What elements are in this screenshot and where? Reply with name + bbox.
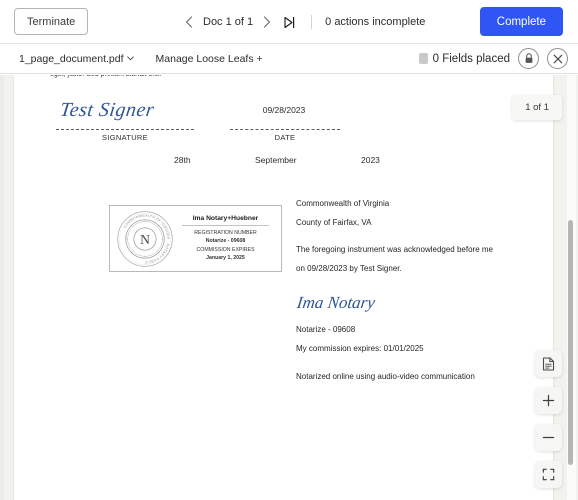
notary-id-label: Notarize - 09608	[296, 325, 356, 334]
pages-panel-button[interactable]	[535, 350, 562, 377]
document-toolbar: 1_page_document.pdf Manage Loose Leafs +…	[0, 44, 578, 74]
jurisdiction-state: Commonwealth of Virginia	[296, 199, 390, 208]
viewer-scrollbar-track[interactable]	[567, 75, 576, 500]
notary-seal-name: Ima Notary+Huebner	[192, 215, 259, 223]
signer-signature-image: Test Signer	[58, 99, 156, 121]
top-header-bar: Terminate Doc 1 of 1 0 actions incomplet…	[0, 0, 578, 44]
signature-rule	[56, 129, 194, 130]
chevron-down-icon	[126, 56, 134, 61]
filename-label: 1_page_document.pdf	[19, 52, 124, 65]
zoom-out-button[interactable]	[535, 424, 562, 451]
lock-button[interactable]	[518, 48, 539, 69]
date-caption: DATE	[274, 133, 296, 142]
complete-button[interactable]: Complete	[479, 7, 563, 36]
skip-to-end-icon[interactable]	[283, 15, 298, 30]
viewer-left-gutter	[0, 75, 4, 500]
notary-seal-emblem-icon: N COMMONWEALTH OF VIRGINIA · NOTARY PUBL…	[117, 210, 173, 267]
zoom-in-icon	[542, 394, 555, 407]
signed-date-value: 09/28/2023	[262, 105, 306, 115]
doc-counter-label: Doc 1 of 1	[203, 16, 254, 28]
zoom-out-icon	[542, 436, 555, 439]
seal-divider	[182, 225, 269, 227]
close-icon	[553, 54, 562, 63]
app-root: Terminate Doc 1 of 1 0 actions incomplet…	[0, 0, 578, 500]
commission-expires-label: My commission expires: 01/01/2025	[296, 344, 424, 353]
month-value: September	[255, 155, 297, 165]
document-page: eget, justo. Sed pretium blandit orci. T…	[14, 75, 553, 500]
actions-incomplete-status: 0 actions incomplete	[325, 16, 426, 28]
pages-panel-icon	[542, 356, 555, 371]
acknowledgement-line-2: on 09/28/2023 by Test Signer.	[296, 264, 402, 273]
page-indicator-badge: 1 of 1	[512, 95, 562, 120]
date-rule	[230, 129, 340, 130]
chevron-left-icon[interactable]	[182, 13, 196, 31]
day-value: 28th	[174, 155, 191, 165]
acknowledgement-line-1: The foregoing instrument was acknowledge…	[296, 245, 493, 254]
fullscreen-button[interactable]	[535, 461, 562, 488]
notary-seal-text: Ima Notary+Huebner REGISTRATION NUMBER N…	[176, 215, 281, 261]
fullscreen-icon	[542, 468, 555, 481]
fields-placed-status: 0 Fields placed	[432, 52, 510, 65]
clipped-body-text: eget, justo. Sed pretium blandit orci.	[50, 75, 380, 83]
lock-icon	[525, 53, 532, 63]
close-button[interactable]	[547, 48, 568, 69]
notarized-online-note: Notarized online using audio-video commu…	[296, 372, 475, 381]
zoom-in-button[interactable]	[535, 387, 562, 414]
manage-loose-leafs-button[interactable]: Manage Loose Leafs +	[156, 53, 263, 65]
commission-caption: COMMISSION EXPIRES	[196, 246, 255, 253]
field-marker-icon	[418, 53, 428, 64]
year-value: 2023	[361, 155, 380, 165]
terminate-button[interactable]: Terminate	[14, 8, 89, 35]
jurisdiction-county: County of Fairfax, VA	[296, 218, 372, 227]
toolbar-right-group: 0 Fields placed	[418, 48, 568, 69]
filename-dropdown[interactable]: 1_page_document.pdf	[19, 53, 134, 65]
commission-value: January 1, 2025	[206, 254, 245, 261]
signature-caption: SIGNATURE	[102, 133, 148, 142]
viewer-scrollbar-thumb[interactable]	[568, 220, 573, 465]
document-viewer[interactable]: eget, justo. Sed pretium blandit orci. T…	[0, 75, 578, 500]
registration-value: Notarize - 09608	[205, 238, 246, 245]
notary-seal-stamp: N COMMONWEALTH OF VIRGINIA · NOTARY PUBL…	[109, 205, 282, 272]
notary-signature-image: Ima Notary	[295, 293, 377, 312]
viewer-tool-rail	[535, 350, 562, 488]
chevron-right-icon[interactable]	[260, 13, 274, 31]
svg-text:N: N	[140, 231, 150, 246]
document-navigator: Doc 1 of 1 0 actions incomplete	[182, 0, 425, 44]
header-divider	[311, 15, 313, 29]
registration-caption: REGISTRATION NUMBER	[194, 230, 257, 237]
